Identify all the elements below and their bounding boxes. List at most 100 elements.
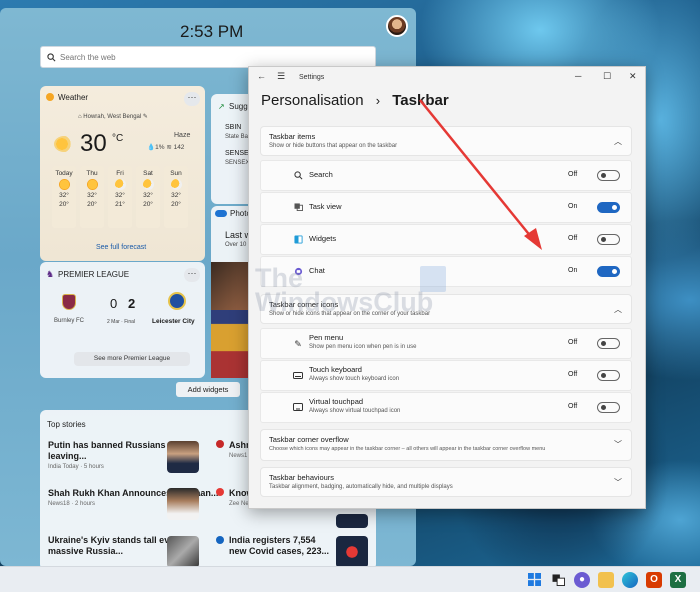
match-status: 2 Mar · Final xyxy=(107,319,136,325)
avatar[interactable] xyxy=(386,15,408,37)
weather-precipitation: 💧1% ≋ 142 xyxy=(147,144,185,151)
stock-chart-icon: ↗ xyxy=(218,102,225,111)
see-more-premier-league-button[interactable]: See more Premier League xyxy=(74,352,190,366)
taskbar-items-section[interactable]: Taskbar items Show or hide buttons that … xyxy=(260,126,632,156)
search-toggle[interactable] xyxy=(597,170,620,181)
weather-card[interactable]: Weather ··· ⌂ Howrah, West Bengal ✎ 30 °… xyxy=(40,86,205,261)
forecast-day[interactable]: Thu 32° 20° xyxy=(80,166,104,228)
breadcrumb-parent[interactable]: Personalisation xyxy=(261,92,364,109)
minimize-icon[interactable]: ─ xyxy=(575,71,581,81)
news-item[interactable]: Ukraine's Kyiv stands tall even as massi… xyxy=(48,535,228,557)
task-view-icon xyxy=(293,203,303,213)
air-quality-icon: ≋ xyxy=(166,144,172,151)
taskbar: ● O X xyxy=(0,566,700,592)
news-thumbnail[interactable] xyxy=(167,441,199,473)
stock-name: State Ba xyxy=(225,134,249,140)
weather-card-title: Weather xyxy=(58,93,89,102)
partly-cloudy-icon xyxy=(142,179,154,190)
temperature-unit[interactable]: °C xyxy=(112,133,123,144)
photos-memory-subtitle: Over 10 xyxy=(225,242,247,248)
sunny-icon xyxy=(86,179,98,190)
toggle-state-label: Off xyxy=(568,235,578,242)
news-item[interactable]: Shah Rukh Khan Announces 'Pathaan... New… xyxy=(48,488,228,507)
taskbar-corner-overflow-section[interactable]: Taskbar corner overflow Choose which ico… xyxy=(260,429,632,461)
toggle-state-label: On xyxy=(568,203,578,210)
news-item[interactable]: India registers 7,554 new Covid cases, 2… xyxy=(229,535,333,557)
sports-card-title: PREMIER LEAGUE xyxy=(58,270,130,279)
watermark-logo xyxy=(420,266,446,292)
weather-location[interactable]: ⌂ Howrah, West Bengal ✎ xyxy=(78,113,148,120)
corner-icon-virtual-touchpad: Virtual touchpad Always show virtual tou… xyxy=(260,392,632,423)
search-input[interactable] xyxy=(60,52,360,62)
news-thumbnail[interactable] xyxy=(167,488,199,520)
home-score: 0 xyxy=(110,296,118,311)
edit-icon: ✎ xyxy=(141,114,148,120)
publisher-logo-icon xyxy=(216,440,224,448)
virtual-touchpad-toggle[interactable] xyxy=(597,402,620,413)
stock-symbol[interactable]: SBIN xyxy=(225,124,241,131)
page-title: Taskbar xyxy=(392,92,449,109)
chevron-up-icon: ︿ xyxy=(614,305,622,314)
touchpad-icon xyxy=(293,403,303,413)
toggle-state-label: Off xyxy=(568,371,578,378)
search-icon xyxy=(293,171,303,181)
close-icon[interactable]: ✕ xyxy=(629,71,637,82)
maximize-icon[interactable]: ☐ xyxy=(603,71,611,82)
file-explorer-icon[interactable] xyxy=(598,571,614,588)
start-windows-icon[interactable] xyxy=(526,572,542,588)
hamburger-menu-icon[interactable]: ☰ xyxy=(277,71,285,82)
chevron-down-icon: ﹀ xyxy=(614,478,622,487)
raindrop-icon: 💧 xyxy=(147,144,156,151)
home-team[interactable]: Burnley FC xyxy=(54,318,84,324)
office-icon[interactable]: O xyxy=(646,571,662,588)
news-thumbnail[interactable] xyxy=(336,536,368,566)
chevron-up-icon: ︿ xyxy=(614,137,622,146)
sunny-icon xyxy=(58,179,70,190)
away-score: 2 xyxy=(128,296,136,311)
news-item[interactable]: Putin has banned Russians from leaving..… xyxy=(48,440,228,470)
widgets-icon xyxy=(293,235,303,245)
forecast-day[interactable]: Fri 32° 21° xyxy=(108,166,132,228)
taskbar-item-widgets: Widgets Off xyxy=(260,224,632,255)
partly-cloudy-icon xyxy=(170,179,182,190)
window-title: Settings xyxy=(299,74,325,81)
weather-forecast: Today 32° 20° Thu 32° 20° Fri 32° 21° Sat 32° 20… xyxy=(52,166,188,228)
premier-league-icon: ♞ xyxy=(46,269,55,279)
back-arrow-icon[interactable]: ← xyxy=(257,71,266,81)
toggle-state-label: Off xyxy=(568,403,578,410)
burnley-crest-icon xyxy=(62,294,76,310)
taskbar-behaviours-section[interactable]: Taskbar behaviours Taskbar alignment, ba… xyxy=(260,467,632,497)
more-options-icon[interactable]: ··· xyxy=(184,268,200,282)
forecast-day[interactable]: Sat 32° 20° xyxy=(136,166,160,228)
touch-keyboard-toggle[interactable] xyxy=(597,370,620,381)
edge-browser-icon[interactable] xyxy=(622,571,638,588)
watermark-text: The WindowsClub xyxy=(255,263,434,317)
add-widgets-button[interactable]: Add widgets xyxy=(176,382,240,397)
news-thumbnail[interactable] xyxy=(336,514,368,528)
chevron-down-icon: ﹀ xyxy=(614,440,622,449)
widgets-toggle[interactable] xyxy=(597,234,620,245)
excel-icon[interactable]: X xyxy=(670,571,686,588)
title-bar: ← ☰ Settings ─ ☐ ✕ xyxy=(249,67,645,89)
partly-cloudy-icon xyxy=(114,179,126,190)
task-view-icon[interactable] xyxy=(550,572,566,588)
forecast-day[interactable]: Sun 32° 20° xyxy=(164,166,188,228)
task-view-toggle[interactable] xyxy=(597,202,620,213)
news-thumbnail[interactable] xyxy=(167,536,199,566)
stock-name: SENSEX xyxy=(225,160,250,166)
publisher-logo-icon xyxy=(216,536,224,544)
chat-toggle[interactable] xyxy=(597,266,620,277)
widgets-search-box[interactable] xyxy=(40,46,376,68)
premier-league-card[interactable]: ♞ PREMIER LEAGUE ··· 0 2 Burnley FC 2 Ma… xyxy=(40,262,205,378)
pen-menu-toggle[interactable] xyxy=(597,338,620,349)
see-full-forecast-link[interactable]: See full forecast xyxy=(96,244,146,251)
pen-icon: ✎ xyxy=(294,339,302,349)
breadcrumb: Personalisation › Taskbar xyxy=(261,92,449,109)
away-team[interactable]: Leicester City xyxy=(152,318,195,325)
chat-icon[interactable]: ● xyxy=(574,571,590,588)
more-options-icon[interactable]: ··· xyxy=(184,92,200,106)
forecast-day[interactable]: Today 32° 20° xyxy=(52,166,76,228)
weather-condition: Haze xyxy=(174,132,191,139)
toggle-state-label: On xyxy=(568,267,578,274)
search-icon xyxy=(47,52,56,61)
